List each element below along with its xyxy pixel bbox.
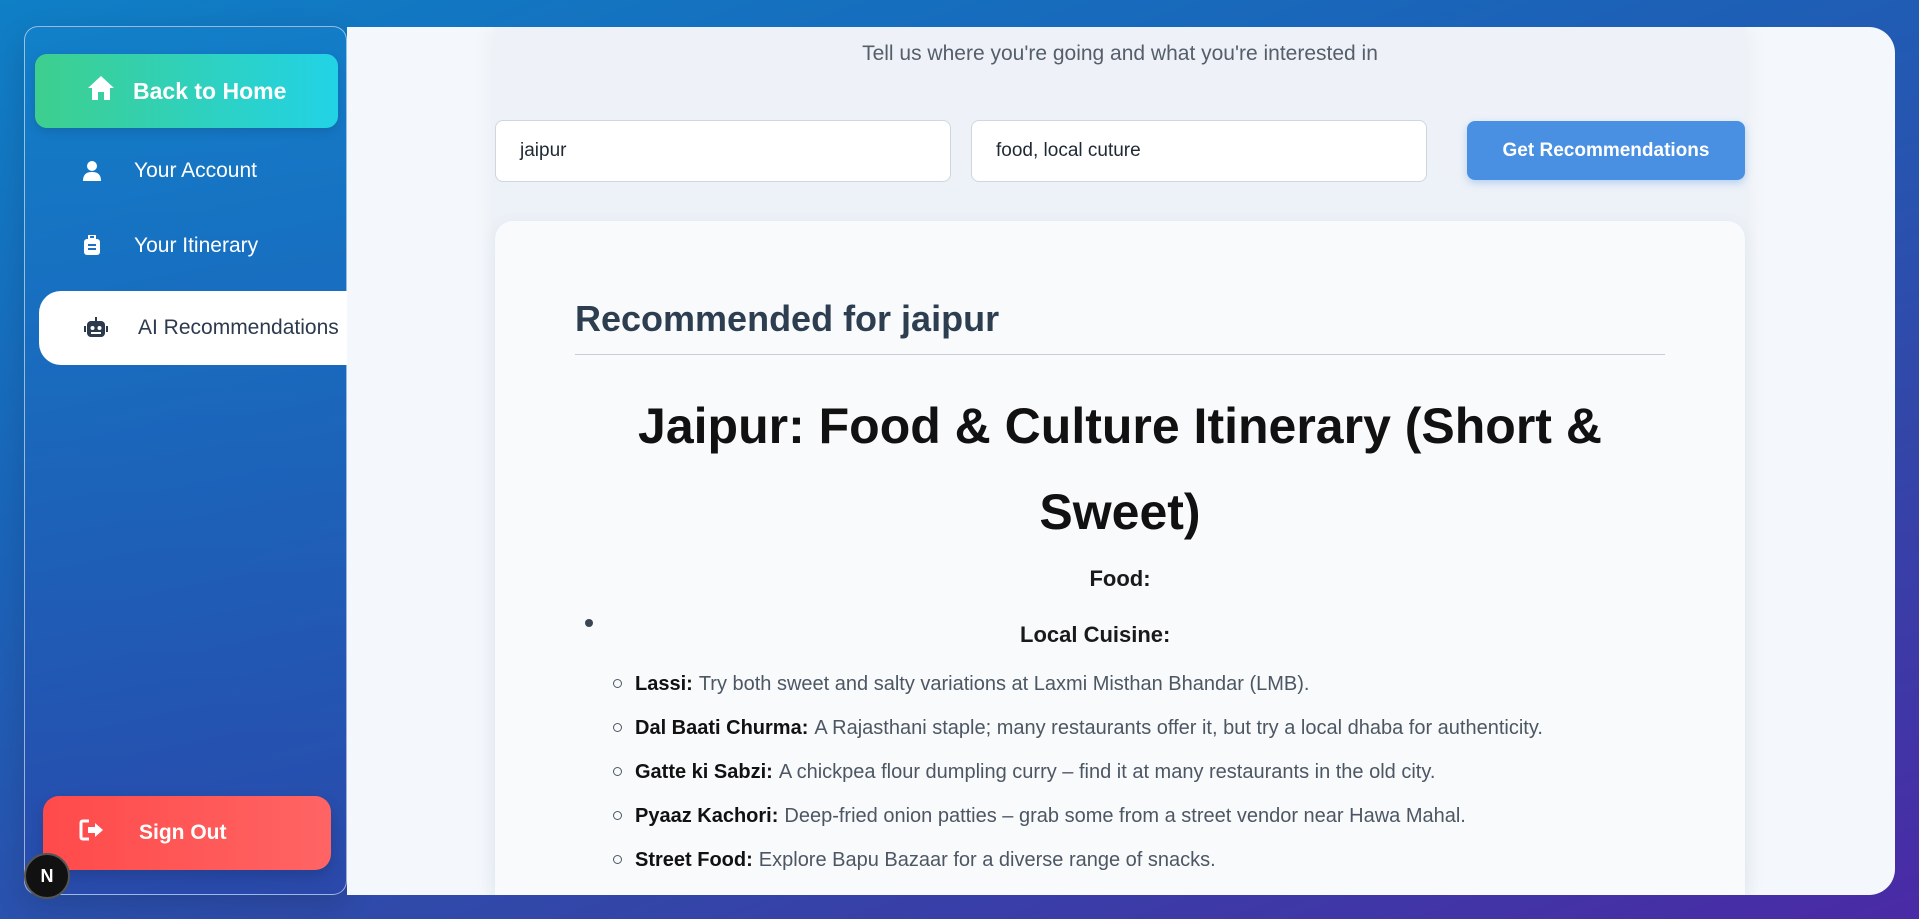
next-dev-badge[interactable]: N (24, 853, 70, 899)
user-icon (80, 159, 104, 183)
recommendations-card: Recommended for jaipur Jaipur: Food & Cu… (495, 221, 1745, 895)
luggage-icon (80, 234, 104, 258)
recommendations-container: Tell us where you're going and what you'… (495, 27, 1745, 895)
destination-input[interactable]: jaipur (495, 120, 951, 182)
list-bullet (585, 619, 593, 627)
back-to-home-button[interactable]: Back to Home (35, 54, 338, 128)
main-panel: Tell us where you're going and what you'… (347, 27, 1895, 895)
list-item-key: Pyaaz Kachori: (635, 804, 779, 827)
sign-out-button[interactable]: Sign Out (43, 796, 331, 870)
get-recommendations-button[interactable]: Get Recommendations (1467, 121, 1745, 180)
sign-out-icon (79, 819, 105, 847)
sidebar-item-label: Your Itinerary (134, 234, 259, 257)
page-subtitle: Tell us where you're going and what you'… (862, 42, 1378, 65)
home-icon (87, 75, 115, 107)
sign-out-label: Sign Out (139, 821, 227, 844)
interests-input-value: food, local cuture (996, 140, 1141, 161)
list-item: Gatte ki Sabzi: A chickpea flour dumplin… (613, 750, 1713, 794)
back-to-home-label: Back to Home (133, 77, 287, 104)
list-item: Lassi: Try both sweet and salty variatio… (613, 662, 1713, 706)
food-section-label: Food: (1089, 566, 1151, 591)
local-cuisine-label: Local Cuisine: (1020, 622, 1171, 647)
list-item: Dal Baati Churma: A Rajasthani staple; m… (613, 706, 1713, 750)
list-item-key: Lassi: (635, 672, 693, 695)
list-item-text: Deep-fried onion patties – grab some fro… (784, 804, 1466, 827)
sidebar: Back to Home Your Account Your Itinerary… (24, 26, 349, 895)
list-item-key: Gatte ki Sabzi: (635, 760, 773, 783)
list-item-key: Street Food: (635, 848, 753, 871)
list-item-text: Try both sweet and salty variations at L… (698, 672, 1310, 695)
list-item-key: Dal Baati Churma: (635, 716, 809, 739)
sidebar-item-itinerary[interactable]: Your Itinerary (35, 209, 348, 283)
recommendation-heading: Recommended for jaipur (575, 298, 1665, 355)
cuisine-list: Lassi: Try both sweet and salty variatio… (613, 662, 1713, 882)
list-item-text: A chickpea flour dumpling curry – find i… (778, 760, 1436, 783)
destination-input-value: jaipur (520, 140, 567, 161)
sidebar-item-ai-recommendations[interactable]: AI Recommendations (39, 291, 349, 365)
sidebar-item-label: Your Account (134, 159, 257, 182)
interests-input[interactable]: food, local cuture (971, 120, 1427, 182)
itinerary-title: Jaipur: Food & Culture Itinerary (Short … (638, 398, 1602, 540)
list-item-text: A Rajasthani staple; many restaurants of… (814, 716, 1543, 739)
list-item: Street Food: Explore Bapu Bazaar for a d… (613, 838, 1713, 882)
sidebar-item-label: AI Recommendations (138, 316, 339, 339)
robot-icon (84, 316, 108, 340)
list-item-text: Explore Bapu Bazaar for a diverse range … (758, 848, 1216, 871)
sidebar-item-account[interactable]: Your Account (35, 134, 348, 208)
list-item: Pyaaz Kachori: Deep-fried onion patties … (613, 794, 1713, 838)
